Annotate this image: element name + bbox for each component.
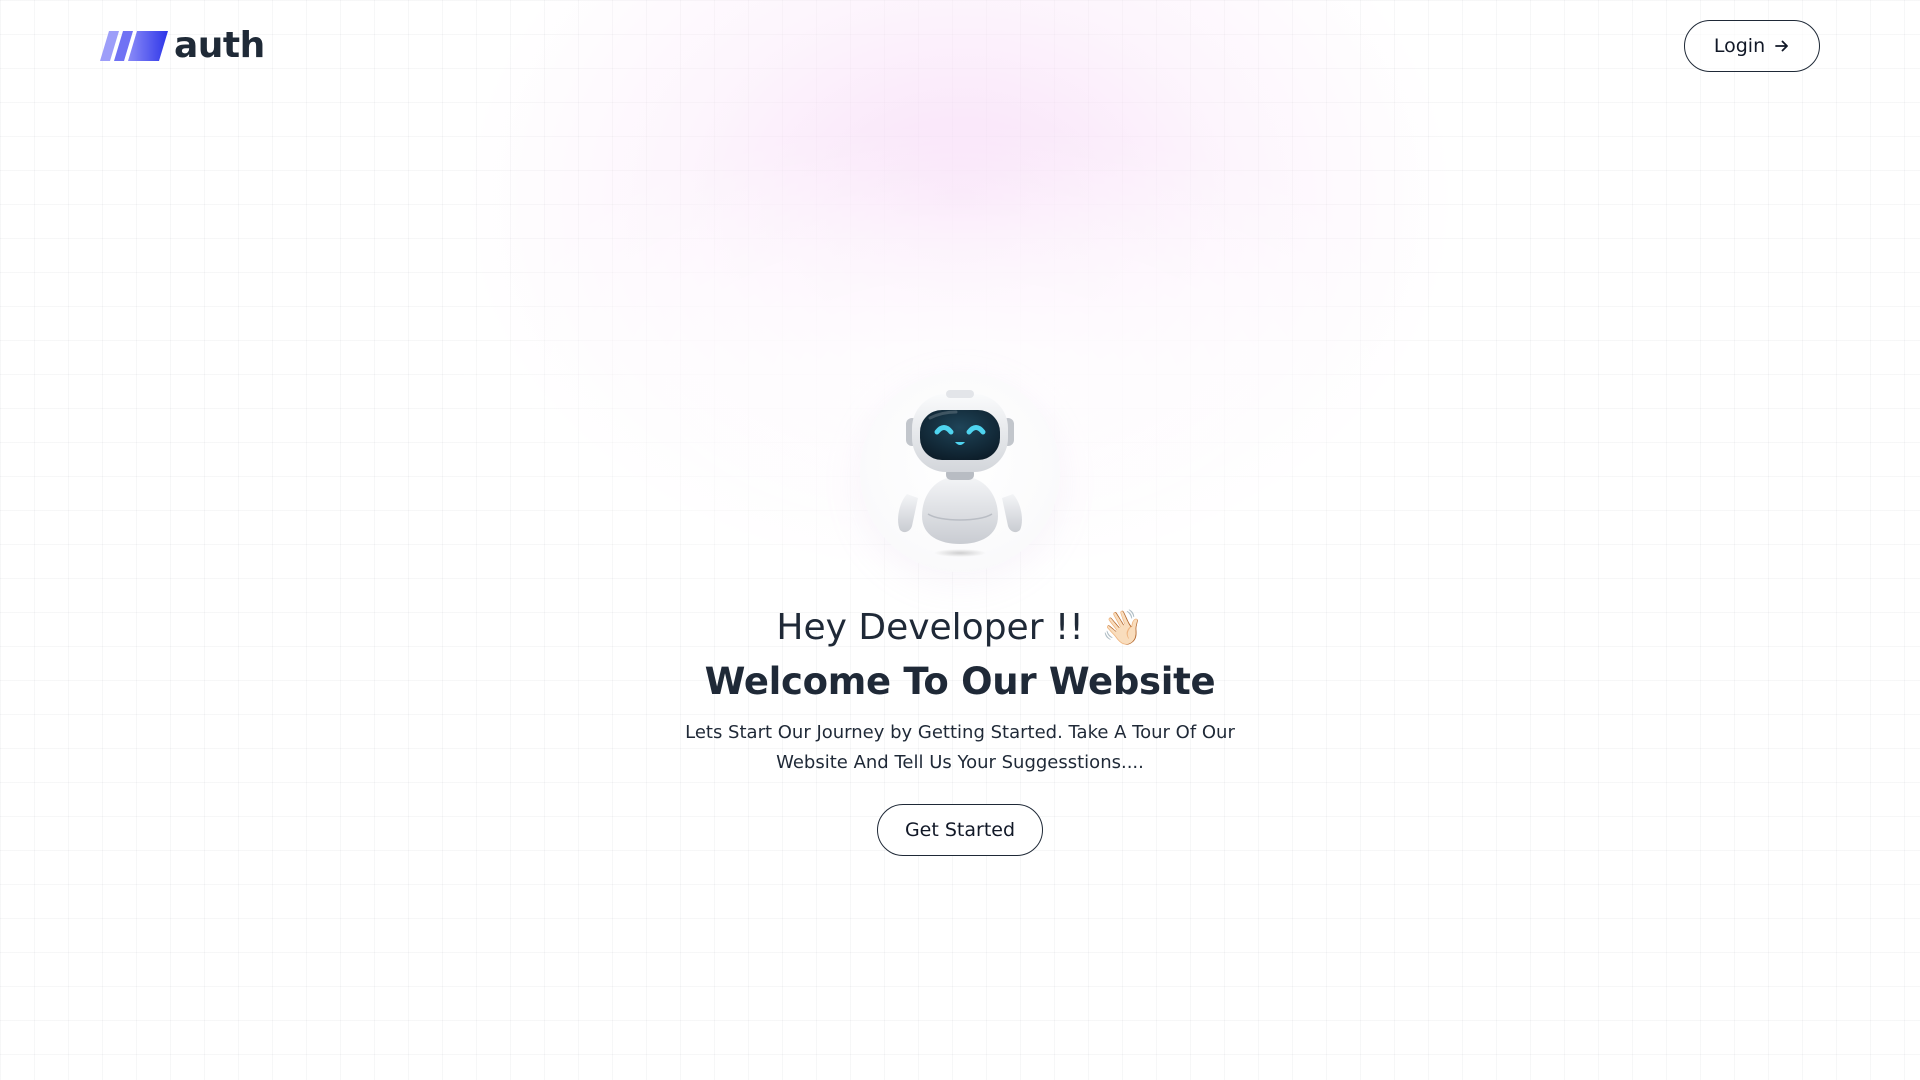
arrow-right-icon (1775, 40, 1789, 52)
top-navbar: auth Login (0, 0, 1920, 92)
login-button[interactable]: Login (1684, 20, 1820, 72)
greeting-heading: Hey Developer !! 👋🏻 (560, 600, 1360, 656)
get-started-button[interactable]: Get Started (877, 804, 1043, 856)
robot-avatar (860, 372, 1060, 572)
slanted-bars-icon (100, 31, 168, 61)
logo[interactable]: auth (100, 26, 265, 66)
page-title: Welcome To Our Website (704, 660, 1216, 703)
robot-icon (898, 390, 1022, 557)
logo-text: auth (174, 25, 265, 66)
login-button-label: Login (1713, 35, 1766, 57)
waving-hand-icon: 👋🏻 (1101, 608, 1144, 648)
hero-subtitle: Lets Start Our Journey by Getting Starte… (685, 722, 1235, 773)
greeting-text: Hey Developer !! (776, 607, 1084, 648)
hero-text: Hey Developer !! 👋🏻 Welcome To Our Websi… (560, 600, 1360, 778)
